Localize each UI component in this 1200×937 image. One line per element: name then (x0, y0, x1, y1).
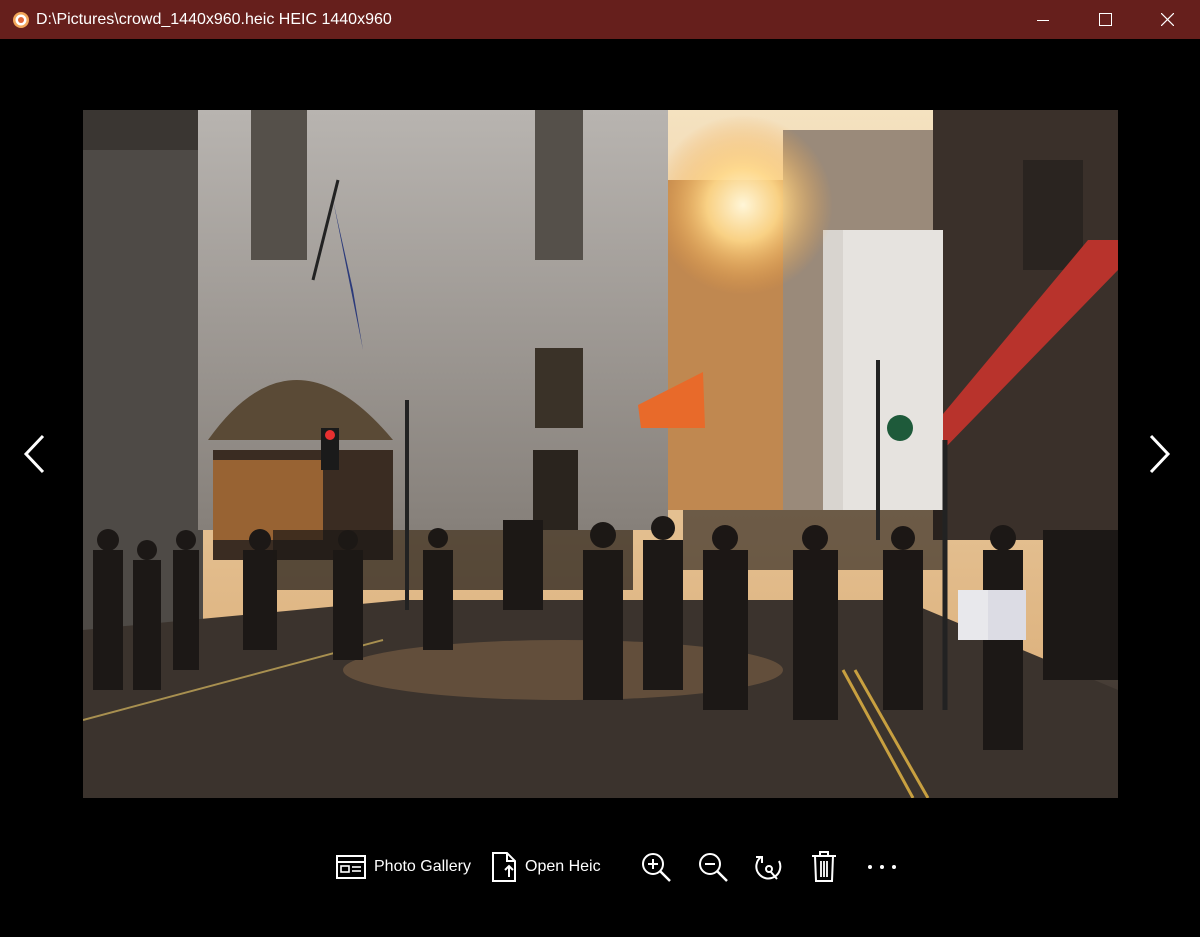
window-title: D:\Pictures\crowd_1440x960.heic HEIC 144… (36, 10, 392, 28)
photo[interactable] (83, 110, 1118, 798)
photo-gallery-button[interactable]: Photo Gallery (336, 842, 471, 892)
close-button[interactable] (1136, 0, 1198, 39)
minimize-icon (1037, 19, 1049, 21)
street-crowd-photo (83, 110, 1118, 798)
more-options-button[interactable] (866, 842, 898, 892)
previous-image-button[interactable] (15, 429, 55, 479)
zoom-in-button[interactable] (640, 842, 672, 892)
zoom-out-icon (699, 853, 728, 882)
rotate-button[interactable] (753, 842, 785, 892)
maximize-button[interactable] (1074, 0, 1136, 39)
minimize-button[interactable] (1012, 0, 1074, 39)
maximize-icon (1098, 13, 1112, 26)
chevron-left-icon (23, 434, 45, 474)
rotate-icon (755, 856, 782, 880)
delete-button[interactable] (811, 842, 837, 892)
gallery-icon (336, 855, 366, 879)
zoom-in-icon (642, 853, 671, 882)
more-icon (868, 865, 896, 869)
open-heic-button[interactable]: Open Heic (491, 842, 601, 892)
close-icon (1160, 13, 1174, 26)
bottom-toolbar: Photo Gallery Open Heic (0, 842, 1200, 892)
next-image-button[interactable] (1139, 429, 1179, 479)
zoom-out-button[interactable] (697, 842, 729, 892)
open-heic-label: Open Heic (525, 858, 601, 875)
photo-gallery-label: Photo Gallery (374, 858, 471, 875)
chevron-right-icon (1149, 434, 1171, 474)
trash-icon (812, 851, 836, 882)
image-viewer[interactable] (0, 39, 1200, 937)
app-icon (13, 11, 29, 28)
title-bar[interactable]: D:\Pictures\crowd_1440x960.heic HEIC 144… (0, 0, 1200, 39)
open-file-icon (492, 852, 516, 882)
